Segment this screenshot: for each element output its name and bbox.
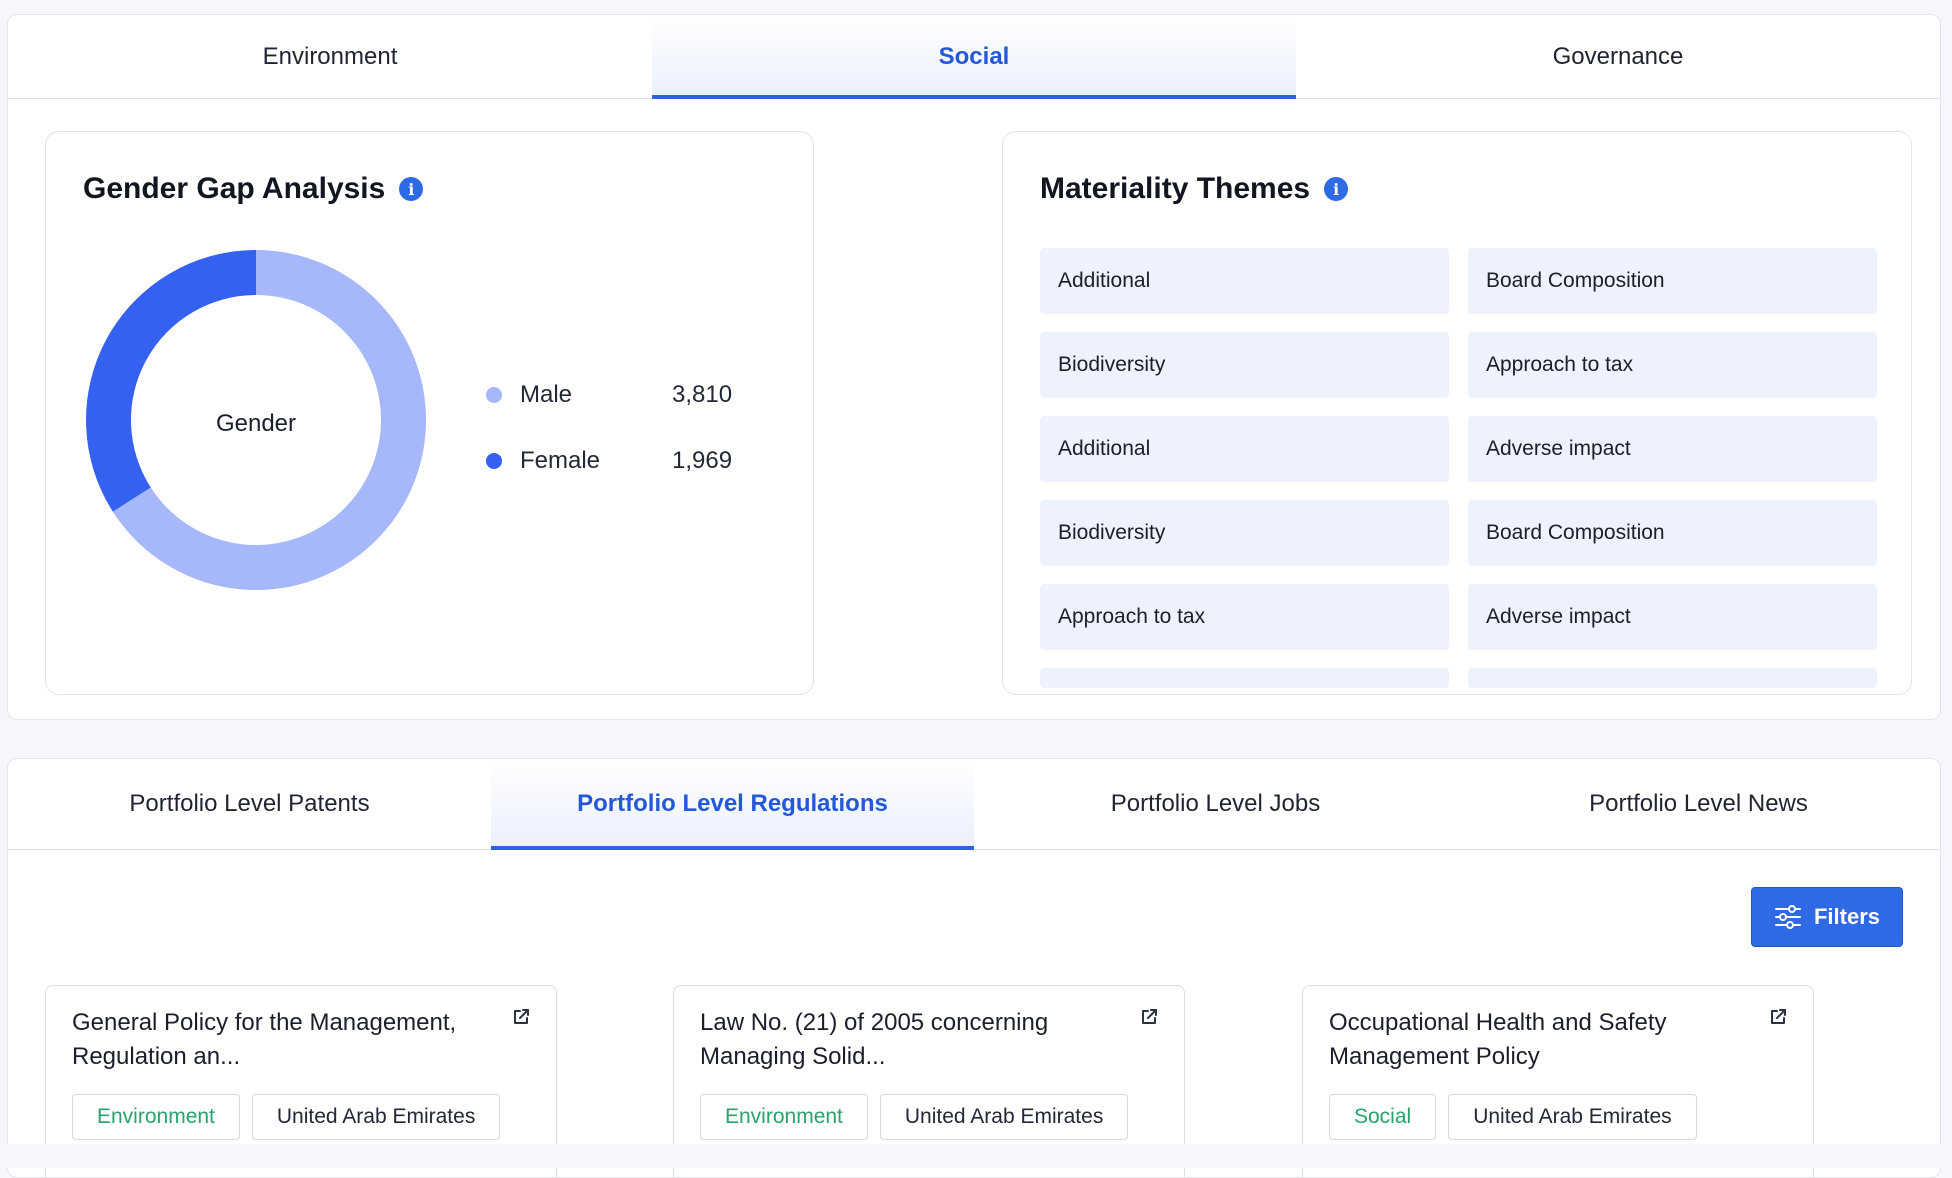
legend-dot-male [486, 387, 502, 403]
theme-chip[interactable]: Adverse impact [1468, 416, 1877, 482]
donut-center-label: Gender [216, 410, 296, 437]
theme-chip-partial[interactable] [1040, 668, 1449, 688]
legend-item-female: Female 1,969 [486, 428, 732, 494]
tab-portfolio-patents[interactable]: Portfolio Level Patents [8, 759, 491, 849]
theme-chip[interactable]: Additional [1040, 416, 1449, 482]
theme-chip[interactable]: Adverse impact [1468, 584, 1877, 650]
theme-chip[interactable]: Additional [1040, 248, 1449, 314]
legend-label-male: Male [520, 381, 573, 408]
donut-slice-female [86, 250, 256, 512]
regulation-tags: Environment United Arab Emirates [700, 1094, 1129, 1140]
materiality-grid: Additional Board Composition Biodiversit… [1040, 248, 1880, 688]
gender-gap-title-text: Gender Gap Analysis [83, 172, 386, 205]
tab-portfolio-news[interactable]: Portfolio Level News [1457, 759, 1940, 849]
filters-button[interactable]: Filters [1751, 887, 1903, 947]
theme-chip-partial[interactable] [1468, 668, 1877, 688]
theme-chip[interactable]: Board Composition [1468, 500, 1877, 566]
regulation-title: Law No. (21) of 2005 concerning Managing… [700, 1009, 1049, 1070]
gender-donut-chart: Gender [86, 250, 426, 590]
regulation-tags: Environment United Arab Emirates [72, 1094, 501, 1140]
legend-dot-female [486, 453, 502, 469]
esg-tabs: Environment Social Governance [8, 15, 1940, 99]
gender-legend: Male 3,810 Female 1,969 [486, 362, 732, 494]
gender-gap-title: Gender Gap Analysis i [83, 172, 424, 206]
category-tag: Social [1329, 1094, 1437, 1140]
tab-environment[interactable]: Environment [8, 15, 652, 98]
external-link-icon[interactable] [1140, 1008, 1158, 1026]
theme-chip[interactable]: Biodiversity [1040, 332, 1449, 398]
materiality-title-text: Materiality Themes [1040, 172, 1311, 205]
filters-label: Filters [1813, 904, 1881, 929]
theme-chip[interactable]: Approach to tax [1040, 584, 1449, 650]
theme-chip[interactable]: Approach to tax [1468, 332, 1877, 398]
category-tag: Environment [72, 1094, 240, 1140]
regulation-title: Occupational Health and Safety Managemen… [1329, 1009, 1667, 1070]
external-link-icon[interactable] [1769, 1008, 1787, 1026]
tab-portfolio-jobs[interactable]: Portfolio Level Jobs [974, 759, 1457, 849]
country-tag: United Arab Emirates [879, 1094, 1129, 1140]
esg-panel: Environment Social Governance Gender Gap… [7, 14, 1941, 720]
info-icon[interactable]: i [399, 177, 424, 201]
portfolio-panel: Portfolio Level Patents Portfolio Level … [7, 758, 1941, 1178]
legend-value-female: 1,969 [672, 447, 733, 474]
theme-chip[interactable]: Biodiversity [1040, 500, 1449, 566]
legend-value-male: 3,810 [672, 381, 733, 408]
legend-item-male: Male 3,810 [486, 362, 732, 428]
sliders-icon [1774, 905, 1801, 929]
category-tag: Environment [700, 1094, 868, 1140]
portfolio-tabs: Portfolio Level Patents Portfolio Level … [8, 759, 1940, 850]
regulation-tags: Social United Arab Emirates [1329, 1094, 1697, 1140]
page-bottom-edge [0, 1144, 1952, 1168]
tab-social[interactable]: Social [652, 15, 1296, 99]
country-tag: United Arab Emirates [251, 1094, 501, 1140]
external-link-icon[interactable] [512, 1008, 530, 1026]
info-icon[interactable]: i [1324, 177, 1349, 201]
theme-chip[interactable]: Board Composition [1468, 248, 1877, 314]
gender-gap-card: Gender Gap Analysis i Gender Male 3,810 … [45, 131, 814, 695]
legend-label-female: Female [520, 447, 601, 474]
materiality-title: Materiality Themes i [1040, 172, 1349, 206]
country-tag: United Arab Emirates [1448, 1094, 1697, 1140]
tab-governance[interactable]: Governance [1296, 15, 1940, 98]
regulation-title: General Policy for the Management, Regul… [72, 1009, 457, 1070]
tab-portfolio-regulations[interactable]: Portfolio Level Regulations [491, 759, 974, 850]
materiality-card: Materiality Themes i Additional Board Co… [1002, 131, 1912, 695]
